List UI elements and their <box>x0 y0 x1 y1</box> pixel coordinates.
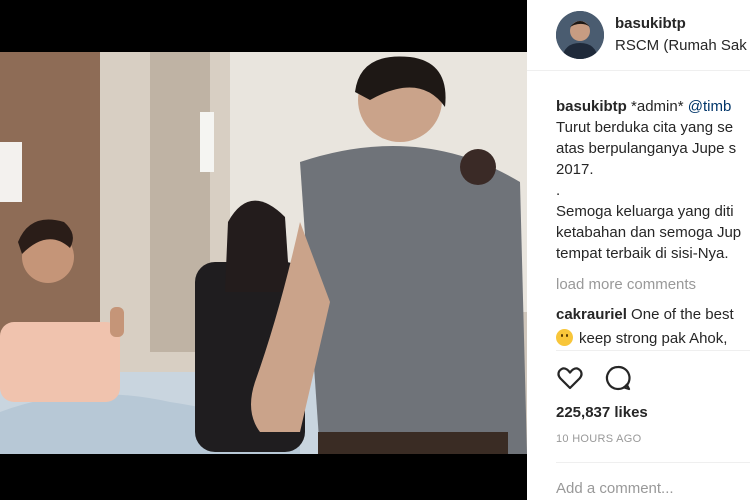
post-username[interactable]: basukibtp <box>615 15 686 32</box>
caption-admin-text: *admin* <box>626 98 688 115</box>
caption-mention[interactable]: @timb <box>688 98 732 115</box>
caption-line: Semoga keluarga yang diti <box>556 203 734 220</box>
caption-username[interactable]: basukibtp <box>556 98 627 115</box>
post-photo[interactable] <box>0 52 527 454</box>
caption-line: 2017. <box>556 161 594 178</box>
caption: basukibtp *admin* @timb Turut berduka ci… <box>556 96 750 264</box>
comment-first-line: cakrauriel One of the best <box>556 303 734 327</box>
post-timestamp[interactable]: 10 HOURS AGO <box>556 433 642 445</box>
add-comment-input[interactable]: Add a comment... <box>556 480 674 497</box>
caption-line: ketabahan dan semoga Jup <box>556 224 742 241</box>
comment-second-line: keep strong pak Ahok, <box>556 327 734 351</box>
smiling-emoji-icon <box>556 329 573 346</box>
heart-icon[interactable] <box>556 364 584 392</box>
comment-item: cakrauriel One of the best keep strong p… <box>556 303 734 351</box>
caption-first-line: basukibtp *admin* @timb <box>556 96 750 117</box>
comment-text: One of the best <box>626 306 734 323</box>
post-location[interactable]: RSCM (Rumah Sak <box>615 37 747 54</box>
divider <box>556 350 750 351</box>
comment-bubble-icon[interactable] <box>604 364 632 392</box>
post-header: basukibtp RSCM (Rumah Sak <box>527 0 750 71</box>
comment-text-continued: keep strong pak Ahok, <box>579 330 728 347</box>
caption-line: Turut berduka cita yang se <box>556 119 734 136</box>
comment-username[interactable]: cakrauriel <box>556 306 627 323</box>
caption-line: atas berpulanganya Jupe s <box>556 140 737 157</box>
post-media <box>0 0 527 500</box>
post-sidebar: basukibtp RSCM (Rumah Sak basukibtp *adm… <box>527 0 750 500</box>
likes-count[interactable]: 225,837 likes <box>556 404 648 421</box>
divider <box>556 462 750 463</box>
caption-line: . <box>556 182 561 199</box>
caption-line: tempat terbaik di sisi-Nya. <box>556 245 729 262</box>
avatar[interactable] <box>556 11 604 59</box>
load-more-comments-link[interactable]: load more comments <box>556 276 696 293</box>
